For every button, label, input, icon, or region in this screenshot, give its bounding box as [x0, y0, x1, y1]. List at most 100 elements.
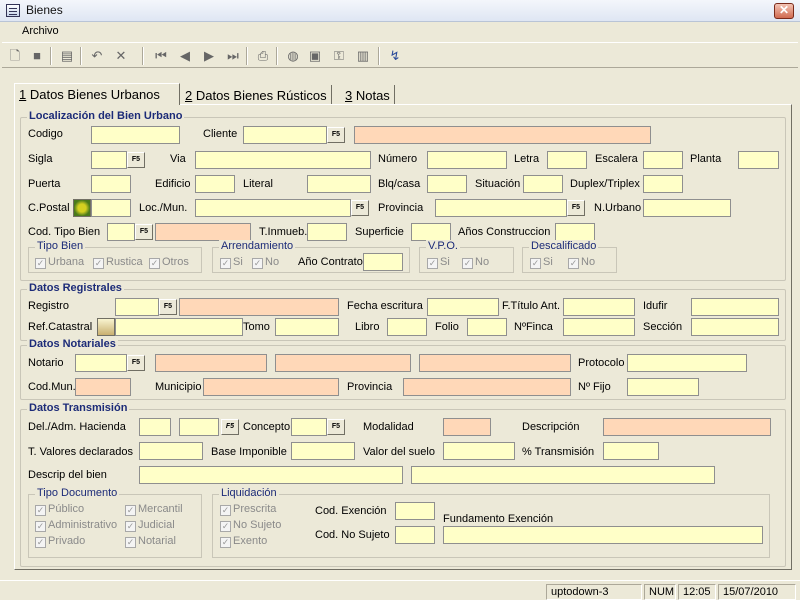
concepto-lookup-button[interactable]: F5 — [327, 419, 345, 435]
cod-exencion-field[interactable] — [395, 502, 435, 520]
save-icon[interactable]: ▤ — [58, 47, 76, 65]
comment-icon[interactable]: ▣ — [306, 47, 324, 65]
print-icon[interactable]: ⎙ — [254, 47, 272, 65]
first-record-icon[interactable]: ⏮ — [152, 47, 170, 65]
fecha-escritura-field[interactable] — [427, 298, 499, 316]
tipo-bien-lookup-button[interactable]: F5 — [135, 224, 153, 240]
checkbox-prescrita[interactable]: ✓ Prescrita — [220, 503, 276, 516]
checkbox-arrendamiento-si[interactable]: ✓ Si — [220, 256, 243, 269]
puerta-field[interactable] — [91, 175, 131, 193]
hacienda-lookup-button[interactable]: F5 — [221, 419, 239, 435]
blq-casa-field[interactable] — [427, 175, 467, 193]
checkbox-administrativo[interactable]: ✓ Administrativo — [35, 519, 117, 532]
n-fijo-field[interactable] — [627, 378, 699, 396]
concepto-field[interactable] — [291, 418, 327, 436]
sigla-field[interactable] — [91, 151, 127, 169]
close-button[interactable]: ✕ — [774, 3, 794, 19]
seccion-field[interactable] — [691, 318, 779, 336]
stop-icon[interactable]: ■ — [28, 47, 46, 65]
valor-del-suelo-field[interactable] — [443, 442, 515, 460]
cod-tipo-bien-field[interactable] — [107, 223, 135, 241]
sigla-lookup-button[interactable]: F5 — [127, 152, 145, 168]
codigo-field[interactable] — [91, 126, 180, 144]
f-titulo-ant-field[interactable] — [563, 298, 635, 316]
menu-archivo[interactable]: Archivo — [22, 25, 59, 37]
checkbox-no-sujeto[interactable]: ✓ No Sujeto — [220, 519, 281, 532]
cliente-lookup-button[interactable]: F5 — [327, 127, 345, 143]
provincia-field[interactable] — [435, 199, 567, 217]
n-finca-field[interactable] — [563, 318, 635, 336]
checkbox-publico[interactable]: ✓ Público — [35, 503, 84, 516]
next-record-icon[interactable]: ▶ — [200, 47, 218, 65]
planta-field[interactable] — [738, 151, 779, 169]
duplex-field[interactable] — [643, 175, 683, 193]
tab-datos-bienes-urbanos[interactable]: 1 Datos Bienes Urbanos — [14, 83, 180, 105]
letra-field[interactable] — [547, 151, 587, 169]
provincia-lookup-button[interactable]: F5 — [567, 200, 585, 216]
superficie-field[interactable] — [411, 223, 451, 241]
porcentaje-transmision-field[interactable] — [603, 442, 659, 460]
idufir-field[interactable] — [691, 298, 779, 316]
checkbox-descalificado-no[interactable]: ✓ No — [568, 256, 595, 269]
literal-field[interactable] — [307, 175, 371, 193]
n-urbano-field[interactable] — [643, 199, 731, 217]
checkbox-urbana[interactable]: ✓ Urbana — [35, 256, 84, 269]
fundamento-exencion-field[interactable] — [443, 526, 763, 544]
ref-catastral-field[interactable] — [115, 318, 243, 336]
loc-mun-lookup-button[interactable]: F5 — [351, 200, 369, 216]
world-icon[interactable]: ◍ — [284, 47, 302, 65]
cliente-field[interactable] — [243, 126, 327, 144]
protocolo-field[interactable] — [627, 354, 747, 372]
t-valores-declarados-field[interactable] — [139, 442, 203, 460]
cod-no-sujeto-field[interactable] — [395, 526, 435, 544]
administracion-field[interactable] — [179, 418, 219, 436]
escalera-field[interactable] — [643, 151, 683, 169]
checkbox-otros[interactable]: ✓ Otros — [149, 256, 189, 269]
tab-notas[interactable]: 3 Notas — [341, 85, 395, 105]
checkbox-arrendamiento-no[interactable]: ✓ No — [252, 256, 279, 269]
cpostal-field[interactable] — [91, 199, 131, 217]
label-edificio: Edificio — [155, 178, 191, 190]
label-valor-del-suelo: Valor del suelo — [363, 446, 435, 458]
checkbox-descalificado-si[interactable]: ✓ Si — [530, 256, 553, 269]
label-cod-exencion: Cod. Exención — [315, 505, 387, 517]
checkbox-judicial[interactable]: ✓ Judicial — [125, 519, 175, 532]
descrip-del-bien-field-1[interactable] — [139, 466, 403, 484]
base-imponible-field[interactable] — [291, 442, 355, 460]
edificio-field[interactable] — [195, 175, 235, 193]
numero-field[interactable] — [427, 151, 507, 169]
via-field[interactable] — [195, 151, 371, 169]
checkbox-rustica[interactable]: ✓ Rustica — [93, 256, 143, 269]
registro-field[interactable] — [115, 298, 159, 316]
catastro-icon[interactable] — [97, 318, 115, 336]
checkbox-mercantil[interactable]: ✓ Mercantil — [125, 503, 183, 516]
ano-contrato-field[interactable] — [363, 253, 403, 271]
t-inmueb-field[interactable] — [307, 223, 347, 241]
folio-field[interactable] — [467, 318, 507, 336]
prev-record-icon[interactable]: ◀ — [176, 47, 194, 65]
undo-icon[interactable]: ↶ — [88, 47, 106, 65]
delete-icon[interactable]: ✕ — [112, 47, 130, 65]
descrip-del-bien-field-2[interactable] — [411, 466, 715, 484]
tab-datos-bienes-rusticos[interactable]: 2 Datos Bienes Rústicos — [181, 85, 332, 105]
key-icon[interactable]: ⚿ — [330, 47, 348, 65]
loc-mun-field[interactable] — [195, 199, 351, 217]
checkbox-exento[interactable]: ✓ Exento — [220, 535, 267, 548]
document-icon[interactable]: ▥ — [354, 47, 372, 65]
notario-field[interactable] — [75, 354, 127, 372]
checkbox-vpo-no[interactable]: ✓ No — [462, 256, 489, 269]
delegacion-field[interactable] — [139, 418, 171, 436]
checkbox-vpo-si[interactable]: ✓ Si — [427, 256, 450, 269]
tomo-field[interactable] — [275, 318, 339, 336]
refresh-icon[interactable]: ↯ — [386, 47, 404, 65]
notario-lookup-button[interactable]: F5 — [127, 355, 145, 371]
registro-lookup-button[interactable]: F5 — [159, 299, 177, 315]
checkbox-privado[interactable]: ✓ Privado — [35, 535, 85, 548]
situacion-field[interactable] — [523, 175, 563, 193]
postal-code-search-icon[interactable] — [73, 199, 91, 217]
new-doc-icon[interactable]: 🗋 — [6, 47, 24, 65]
last-record-icon[interactable]: ⏭ — [224, 47, 242, 65]
checkbox-notarial[interactable]: ✓ Notarial — [125, 535, 176, 548]
libro-field[interactable] — [387, 318, 427, 336]
anos-construccion-field[interactable] — [555, 223, 595, 241]
